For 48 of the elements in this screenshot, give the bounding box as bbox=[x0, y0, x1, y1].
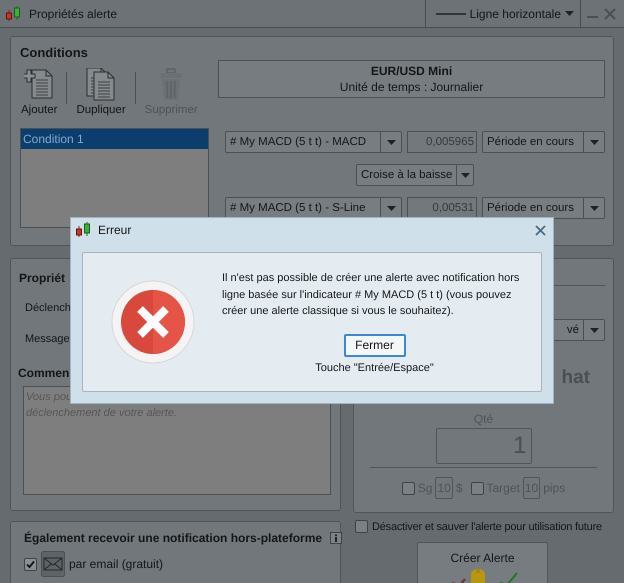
candlestick-icon bbox=[75, 222, 93, 238]
keyboard-hint: Touche "Entrée/Espace" bbox=[315, 362, 434, 374]
create-alert-button[interactable]: Créer Alerte bbox=[417, 542, 548, 583]
unit-label: $ bbox=[456, 481, 462, 495]
candlestick-icon bbox=[5, 6, 23, 22]
dialog-title: Erreur bbox=[98, 223, 132, 237]
toolbar-button[interactable]: Dupliquer bbox=[75, 68, 127, 116]
section-heading: Également recevoir une notification hors-plateforme bbox=[24, 531, 322, 545]
duplicate-icon bbox=[85, 68, 118, 102]
close-icon[interactable] bbox=[535, 224, 546, 236]
period-dropdown[interactable]: Période en cours bbox=[482, 197, 605, 219]
section-heading: Commen bbox=[18, 366, 70, 380]
checkbox[interactable] bbox=[24, 558, 37, 570]
envelope-icon[interactable] bbox=[41, 551, 65, 577]
indicator-dropdown[interactable]: # My MACD (5 t t) - S-Line bbox=[225, 197, 402, 219]
drawing-tool-dropdown[interactable]: Ligne horizontale bbox=[424, 0, 581, 27]
condition-list-item[interactable]: Condition 1 bbox=[21, 129, 208, 149]
caret-icon bbox=[590, 140, 598, 144]
timeframe-label: Unité de temps : Journalier bbox=[340, 80, 484, 94]
instrument-name: EUR/USD Mini bbox=[370, 64, 452, 78]
checkbox[interactable] bbox=[402, 482, 415, 494]
caret-icon bbox=[565, 11, 574, 16]
checkbox[interactable] bbox=[355, 520, 368, 533]
caret-icon bbox=[590, 206, 598, 210]
section-heading: Conditions bbox=[20, 45, 88, 60]
value-field[interactable]: 0,00531 bbox=[407, 197, 477, 219]
indicator-dropdown[interactable]: # My MACD (5 t t) - MACD bbox=[225, 131, 402, 153]
info-icon[interactable] bbox=[330, 532, 342, 544]
field-label: Déclench bbox=[25, 302, 71, 314]
notification-option-label: par email (gratuit) bbox=[69, 557, 164, 571]
value-field[interactable]: 0,005965 bbox=[407, 131, 477, 153]
window-title: Propriétés alerte bbox=[29, 6, 118, 20]
caret-icon bbox=[386, 206, 396, 210]
error-message: Il n'est pas possible de créer une alerte avec notification hors ligne basée sur l'indicateur # My MACD (5 t t) (vous pouvez créer une alerte classique si vous le souhaitez). bbox=[222, 271, 520, 320]
period-dropdown[interactable]: Période en cours bbox=[482, 131, 605, 153]
operator-dropdown[interactable]: Croise à la baisse bbox=[356, 164, 474, 186]
toolbar-button[interactable]: Ajouter bbox=[20, 68, 58, 116]
error-icon bbox=[111, 280, 195, 364]
deactivate-label: Désactiver et sauver l'alerte pour utilisation future bbox=[372, 520, 602, 532]
caret-icon bbox=[386, 140, 396, 144]
caret-icon bbox=[590, 328, 598, 332]
checkbox[interactable] bbox=[470, 482, 484, 494]
close-icon[interactable] bbox=[604, 8, 616, 20]
section-heading: Propriét bbox=[19, 271, 66, 285]
caret-icon bbox=[460, 172, 470, 178]
field-label: Message bbox=[25, 333, 70, 345]
close-button[interactable]: Fermer bbox=[344, 334, 406, 357]
line-icon bbox=[436, 12, 466, 14]
